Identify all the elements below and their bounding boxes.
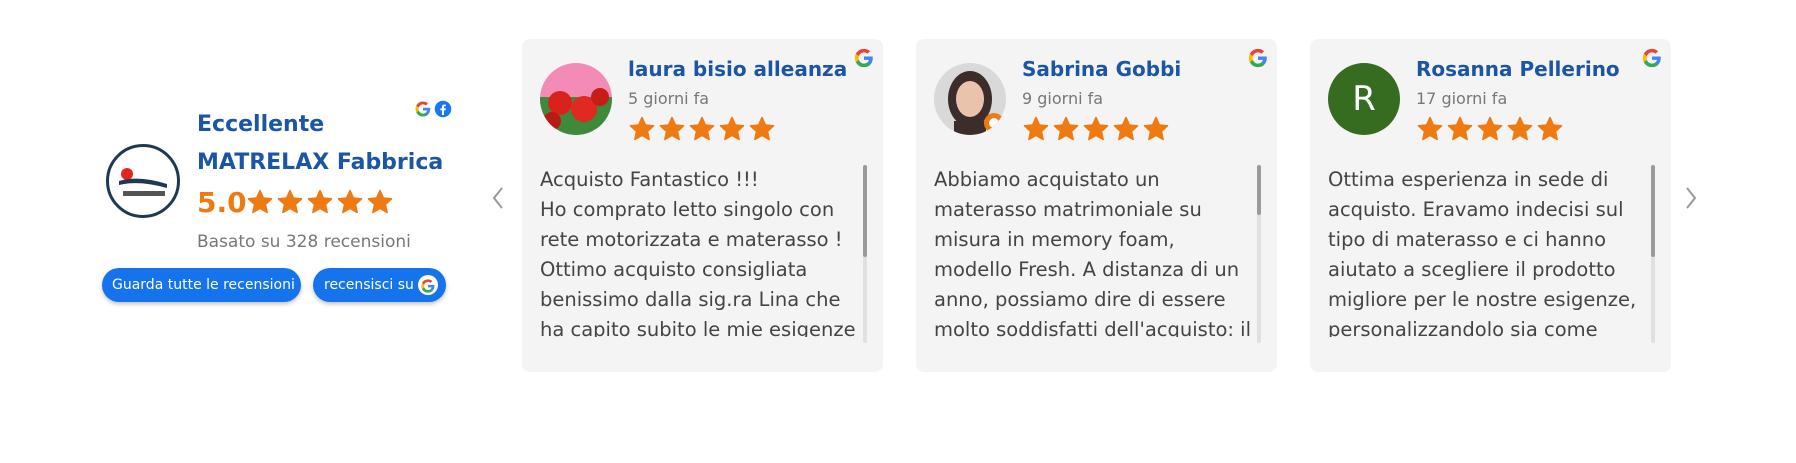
review-text: Abbiamo acquistato un materasso matrimon…: [934, 168, 1251, 337]
review-count: Basato su 328 recensioni: [197, 232, 411, 252]
write-review-button[interactable]: recensisci su: [313, 268, 446, 302]
star-icon: [628, 115, 656, 143]
scrollbar-thumb[interactable]: [1257, 165, 1261, 215]
google-icon: [853, 47, 875, 69]
avatar: [540, 63, 612, 135]
review-text: Ottima esperienza in sede di acquisto. E…: [1328, 168, 1637, 337]
review-card: Sabrina Gobbi 9 giorni fa Abbiamo acquis…: [916, 39, 1277, 372]
review-date: 17 giorni fa: [1416, 89, 1508, 108]
google-icon: [1247, 47, 1269, 69]
business-logo: [106, 144, 180, 218]
review-text: Acquisto Fantastico !!! Ho comprato lett…: [540, 168, 856, 337]
star-icon: [1446, 115, 1474, 143]
avatar: [934, 63, 1006, 135]
review-stars: [628, 115, 776, 143]
review-sources: [414, 100, 452, 118]
see-all-reviews-button[interactable]: Guarda tutte le recensioni: [102, 268, 301, 302]
scrollbar-thumb[interactable]: [863, 165, 867, 257]
see-all-label: Guarda tutte le recensioni: [112, 277, 295, 293]
scrollbar-thumb[interactable]: [1651, 165, 1655, 257]
star-icon: [748, 115, 776, 143]
google-icon: [1641, 47, 1663, 69]
star-icon: [276, 188, 304, 216]
avatar-initial: R: [1328, 63, 1400, 135]
business-name: MATRELAX Fabbrica Materassi: [197, 150, 449, 175]
star-icon: [246, 188, 274, 216]
star-icon: [336, 188, 364, 216]
star-icon: [1052, 115, 1080, 143]
star-icon: [1416, 115, 1444, 143]
next-arrow-button[interactable]: [1680, 186, 1702, 216]
review-date: 5 giorni fa: [628, 89, 710, 108]
google-icon: [418, 275, 438, 295]
review-card: laura bisio alleanza 5 giorni fa Acquist…: [522, 39, 883, 372]
star-icon: [1082, 115, 1110, 143]
chevron-right-icon: [1686, 187, 1697, 209]
star-icon: [1536, 115, 1564, 143]
star-icon: [1022, 115, 1050, 143]
review-author[interactable]: laura bisio alleanza: [628, 57, 847, 81]
review-date: 9 giorni fa: [1022, 89, 1104, 108]
review-author[interactable]: Sabrina Gobbi: [1022, 57, 1181, 81]
overall-score: 5.0: [197, 186, 247, 219]
review-card: R Rosanna Pellerino 17 giorni fa Ottima …: [1310, 39, 1671, 372]
review-stars: [1022, 115, 1170, 143]
review-author[interactable]: Rosanna Pellerino: [1416, 57, 1620, 81]
chevron-left-icon: [492, 187, 503, 209]
star-icon: [1112, 115, 1140, 143]
star-icon: [1506, 115, 1534, 143]
star-icon: [366, 188, 394, 216]
review-stars: [1416, 115, 1564, 143]
write-review-label: recensisci su: [324, 277, 414, 293]
star-icon: [306, 188, 334, 216]
star-icon: [1142, 115, 1170, 143]
facebook-icon: [434, 100, 452, 118]
star-icon: [718, 115, 746, 143]
google-icon: [414, 100, 432, 118]
star-icon: [688, 115, 716, 143]
overall-stars: [246, 188, 394, 216]
avatar: R: [1328, 63, 1400, 135]
prev-arrow-button[interactable]: [487, 186, 509, 216]
star-icon: [1476, 115, 1504, 143]
business-summary: Eccellente MATRELAX Fabbrica Materassi 5…: [100, 100, 470, 310]
star-icon: [658, 115, 686, 143]
rating-label: Eccellente: [197, 112, 325, 137]
